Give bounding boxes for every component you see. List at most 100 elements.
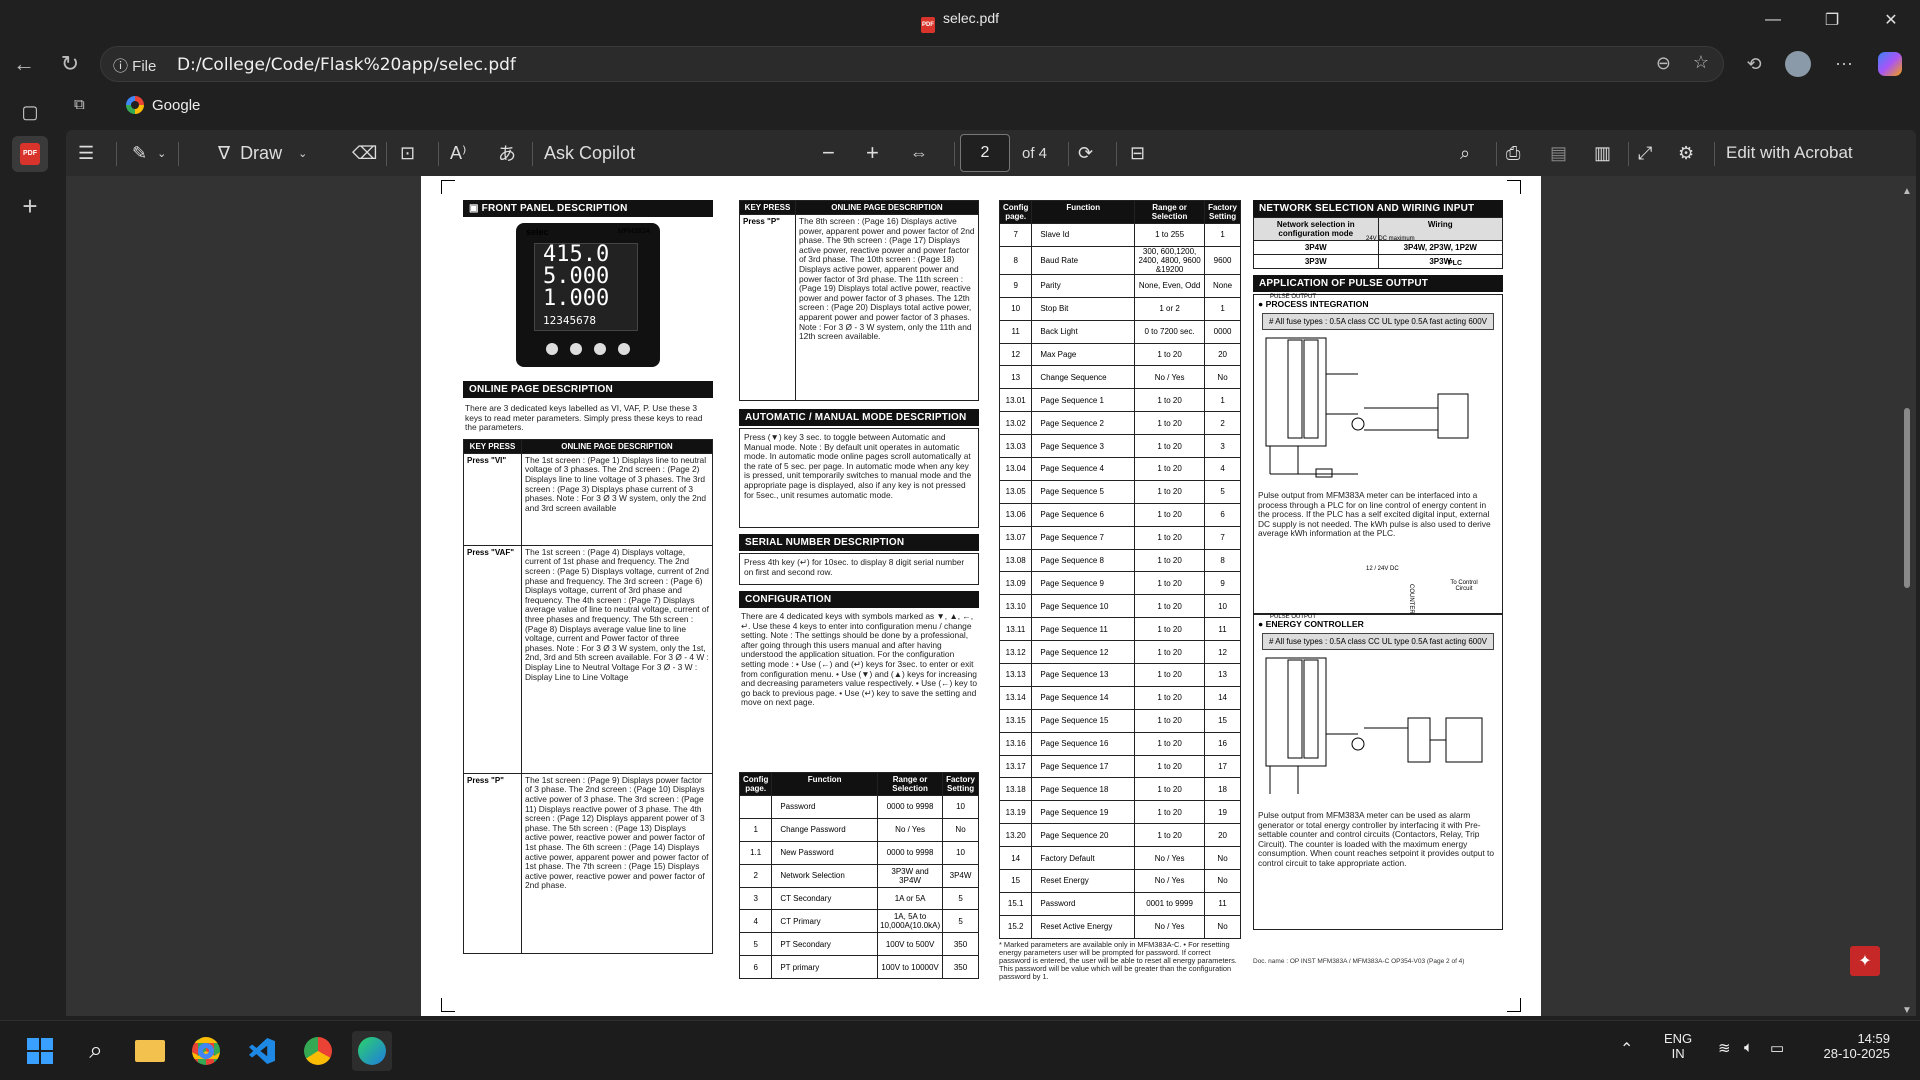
start-button[interactable] — [20, 1031, 60, 1071]
favorite-star-icon[interactable]: ☆ — [1693, 52, 1709, 73]
cfg-factory-cell: 2 — [1204, 411, 1241, 436]
fullscreen-icon[interactable]: ⤢ — [1638, 138, 1652, 168]
copilot-icon[interactable] — [1872, 46, 1908, 82]
language-indicator[interactable]: ENG IN — [1664, 1031, 1692, 1061]
scroll-down-icon[interactable]: ▼ — [1902, 1005, 1912, 1016]
search-taskbar-icon[interactable]: ⌕ — [76, 1031, 116, 1071]
table-row: Press "P" The 1st screen : (Page 9) Displ… — [463, 772, 713, 954]
scrollbar-thumb[interactable] — [1904, 408, 1910, 588]
save-icon[interactable]: ▤ — [1550, 138, 1567, 168]
text-box-icon[interactable]: ⊡ — [400, 138, 415, 168]
network-cell: 3P4W, 2P3W, 1P2W — [1377, 240, 1503, 255]
search-icon[interactable]: ⌕ — [1460, 138, 1470, 168]
pdf-scrollbar[interactable]: ▲ ▼ — [1900, 186, 1914, 1016]
profile-avatar[interactable] — [1780, 46, 1816, 82]
chrome-icon[interactable] — [186, 1031, 226, 1071]
cfg-col-range-b: Range or Selection — [1134, 200, 1206, 224]
cfg-col-factory-b: Factory Setting — [1204, 200, 1241, 224]
table-row: 13.19 Page Sequence 19 1 to 20 19 — [998, 800, 1241, 825]
read-aloud-icon[interactable]: A⁾ — [450, 138, 466, 168]
meter-line-1: 415.0 — [543, 242, 610, 267]
clock-time: 14:59 — [1857, 1031, 1890, 1046]
cfg-factory-cell: No — [1204, 365, 1241, 390]
wifi-icon[interactable]: ≋ — [1718, 1039, 1731, 1057]
cfg-range-cell: 3P3W and 3P4W — [877, 863, 944, 888]
draw-button[interactable]: ∇ Draw ⌄ — [218, 138, 307, 168]
control-label: To Control Circuit — [1450, 580, 1478, 592]
zoom-out-button[interactable]: − — [822, 138, 835, 168]
cfg-range-cell: No / Yes — [1134, 365, 1206, 390]
close-button[interactable]: ✕ — [1862, 0, 1920, 40]
cfg-range-cell: None, Even, Odd — [1134, 273, 1206, 298]
table-row: 12 Max Page 1 to 20 20 — [998, 342, 1241, 367]
cfg-function-cell: Page Sequence 6 — [1031, 502, 1136, 527]
zoom-in-button[interactable]: + — [866, 138, 879, 168]
config-text: There are 4 dedicated keys with symbols … — [741, 611, 977, 708]
edit-with-acrobat-button[interactable]: Edit with Acrobat — [1726, 138, 1853, 168]
refresh-icon[interactable]: ↻ — [52, 46, 88, 82]
cfg-range-cell: 1 to 20 — [1134, 434, 1206, 459]
fit-page-icon[interactable]: ⇔ — [910, 138, 928, 168]
cfg-range-cell: 1 to 20 — [1134, 388, 1206, 413]
rotate-icon[interactable]: ⟳ — [1078, 138, 1093, 168]
collections-icon[interactable]: ⧉ — [74, 96, 85, 113]
table-row: 13 Change Sequence No / Yes No — [998, 365, 1241, 390]
save-as-icon[interactable]: ▥ — [1594, 138, 1611, 168]
settings-gear-icon[interactable]: ⚙ — [1678, 138, 1694, 168]
table-row: 6 PT primary 100V to 10000V 350 — [738, 955, 979, 980]
history-icon[interactable]: ⟲ — [1736, 46, 1772, 82]
ask-copilot-button[interactable]: Ask Copilot — [544, 138, 635, 168]
contents-icon[interactable]: ☰ — [78, 138, 94, 168]
vscode-icon[interactable] — [242, 1031, 282, 1071]
cfg-factory-cell: 10 — [1204, 594, 1241, 619]
edge-icon[interactable] — [352, 1031, 392, 1071]
energy-title: ● ENERGY CONTROLLER — [1258, 619, 1364, 629]
cfg-function-cell: Password — [1031, 891, 1136, 916]
tab-pdf-active[interactable]: PDF — [12, 136, 48, 172]
page-view-icon[interactable]: ⊟ — [1130, 138, 1145, 168]
site-info-button[interactable]: ⓘ File — [113, 55, 156, 76]
print-icon[interactable]: ⎙ — [1506, 138, 1520, 168]
eraser-icon[interactable]: ⌫ — [352, 138, 377, 168]
cfg-factory-cell: No — [942, 817, 979, 842]
url-text[interactable]: D:/College/Code/Flask%20app/selec.pdf — [177, 55, 516, 75]
cfg-factory-cell: 20 — [1204, 342, 1241, 367]
cfg-page-cell: 10 — [998, 296, 1033, 321]
file-explorer-icon[interactable] — [130, 1031, 170, 1071]
url-bar[interactable]: ⓘ File D:/College/Code/Flask%20app/selec… — [100, 46, 1724, 82]
favorite-google[interactable]: Google — [126, 96, 200, 114]
cfg-page-cell: 13.05 — [998, 479, 1033, 504]
pdf-page: ▣ FRONT PANEL DESCRIPTION selec MFM383A … — [421, 176, 1541, 1016]
tab-actions-icon[interactable]: ▢ — [12, 94, 48, 130]
cfg-range-cell: 1 to 20 — [1134, 594, 1206, 619]
scroll-up-icon[interactable]: ▲ — [1902, 186, 1912, 197]
maximize-button[interactable]: ❐ — [1803, 0, 1861, 40]
show-hidden-icons[interactable]: ⌃ — [1620, 1039, 1633, 1059]
cfg-function-cell: Slave Id — [1031, 223, 1136, 247]
acrobat-icon[interactable]: ✦ — [1850, 946, 1880, 976]
cfg-range-cell: 1 to 20 — [1134, 525, 1206, 550]
minimize-button[interactable]: — — [1744, 0, 1802, 40]
battery-icon[interactable]: ▭ — [1770, 1039, 1784, 1057]
page-number-input[interactable]: 2 — [960, 134, 1010, 172]
cfg-factory-cell: 1 — [1204, 296, 1241, 321]
column-2: KEY PRESS ONLINE PAGE DESCRIPTION Press "… — [738, 200, 979, 980]
column-3: Config page. Function Range or Selection Fa… — [998, 200, 1241, 981]
table-row: 13.04 Page Sequence 41 to 20 4 — [998, 457, 1241, 481]
translate-icon[interactable]: あ — [498, 138, 516, 168]
clock[interactable]: 14:59 28-10-2025 — [1810, 1031, 1891, 1061]
volume-icon[interactable]: 🔈︎ — [1744, 1039, 1753, 1056]
cfg-page-cell: 13.01 — [998, 388, 1033, 413]
more-options-icon[interactable]: ⋯ — [1826, 46, 1862, 82]
draw-chevron-icon[interactable]: ⌄ — [298, 147, 307, 160]
back-icon[interactable]: ← — [6, 46, 42, 82]
highlight-icon[interactable]: ✎ ⌄ — [132, 138, 166, 168]
zoom-icon[interactable]: ⊖ — [1656, 53, 1671, 74]
chrome-icon-2[interactable] — [298, 1031, 338, 1071]
cfg-function-cell: Baud Rate — [1031, 245, 1136, 275]
new-tab-icon[interactable]: + — [12, 188, 48, 224]
table-row: 13.10 Page Sequence 10 1 to 20 10 — [998, 594, 1241, 619]
pdf-document-area[interactable]: ▣ FRONT PANEL DESCRIPTION selec MFM383A … — [66, 176, 1916, 1016]
table-row: 13.08 Page Sequence 81 to 20 8 — [998, 548, 1241, 573]
serial-header: SERIAL NUMBER DESCRIPTION — [739, 534, 979, 551]
